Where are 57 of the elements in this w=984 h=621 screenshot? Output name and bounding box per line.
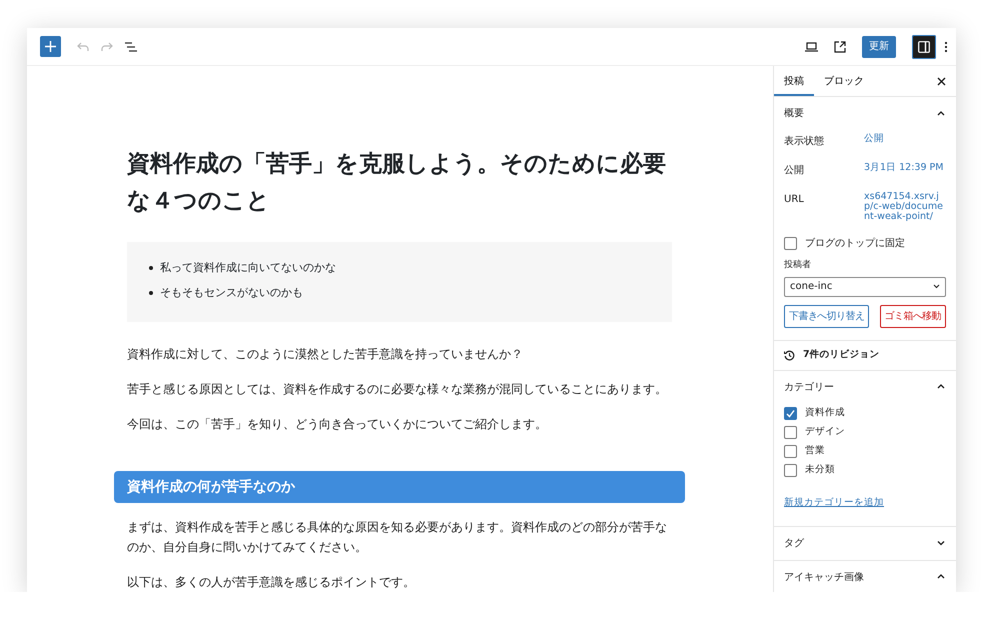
list-icon — [125, 42, 137, 52]
post-title[interactable]: 資料作成の「苦手」を克服しよう。そのために必要な４つのこと — [127, 146, 672, 220]
close-icon — [937, 76, 946, 86]
revisions-link[interactable]: 7件のリビジョン — [803, 348, 880, 362]
paragraph: 資料作成に対して、このように漠然とした苦手意識を持っていませんか？ — [127, 346, 524, 363]
checkbox-label: デザイン — [805, 424, 845, 439]
redo-icon — [101, 42, 113, 52]
settings-toggle-button[interactable] — [912, 34, 936, 58]
checkbox-label: 未分類 — [805, 462, 835, 477]
field-value-link[interactable]: 公開 — [864, 134, 884, 149]
checkbox-label: 資料作成 — [805, 406, 845, 420]
more-icon — [944, 40, 948, 52]
checkbox[interactable] — [784, 464, 797, 476]
list-item: そもそもセンスがないのかも — [160, 284, 303, 301]
list-item: 私って資料作成に向いてないのかな — [160, 260, 336, 276]
field-label: 表示状態 — [784, 134, 825, 149]
list-view-button[interactable] — [125, 42, 137, 52]
field-value-link[interactable]: 3月1日 12:39 PM — [864, 163, 944, 178]
caret-icon — [933, 284, 940, 289]
more-options-button[interactable] — [944, 40, 948, 52]
paragraph: 今回は、この「苦手」を知り、どう向き合っていくかについてご紹介します。 — [127, 416, 548, 433]
sidebar-tab[interactable]: ブロック — [814, 66, 874, 96]
field-label: 投稿者 — [784, 259, 812, 272]
checkbox[interactable] — [784, 237, 797, 250]
checkbox[interactable] — [784, 444, 797, 458]
panel-title: タグ — [784, 536, 804, 551]
update-button[interactable]: 更新 — [862, 36, 896, 58]
checkbox[interactable] — [784, 406, 797, 420]
field-label: 公開 — [784, 164, 805, 178]
add-category-link[interactable]: 新規カテゴリーを追加 — [784, 496, 884, 510]
switch-to-draft-button[interactable]: 下書きへ切り替え — [784, 304, 870, 328]
sidebar-tab[interactable]: 投稿 — [774, 66, 814, 96]
panel-title: アイキャッチ画像 — [784, 570, 864, 585]
section-heading: 資料作成の何が苦手なのか — [114, 470, 685, 504]
trash-button[interactable]: ゴミ箱へ移動 — [880, 304, 946, 328]
author-select[interactable]: cone-inc — [784, 276, 946, 296]
paragraph: まずは、資料作成を苦手と感じる具体的な原因を知る必要があります。資料作成のどの部分が苦手なのか、自分自身に問いかけてみてください。 — [127, 519, 668, 556]
plus-icon — [45, 41, 56, 52]
checkbox[interactable] — [784, 426, 797, 438]
field-label: URL — [784, 193, 805, 207]
add-block-button[interactable] — [40, 36, 61, 57]
view-post-button[interactable] — [834, 40, 846, 52]
checkbox-label: 営業 — [805, 444, 825, 458]
paragraph: 以下は、多くの人が苦手意識を感じるポイントです。 — [127, 574, 416, 592]
sidebar-icon — [918, 40, 930, 52]
undo-icon — [77, 42, 89, 52]
paragraph: 苦手と感じる原因としては、資料を作成するのに必要な様々な業務が混同していることにあります。 — [127, 380, 668, 398]
history-icon — [784, 350, 795, 360]
checkbox-label: ブログのトップに固定 — [805, 236, 905, 251]
panel-title: 概要 — [784, 106, 804, 121]
bullet-icon — [149, 266, 153, 270]
preview-button[interactable] — [805, 42, 818, 52]
external-link-icon — [834, 40, 846, 52]
bullet-icon — [149, 291, 153, 296]
laptop-icon — [805, 42, 818, 52]
panel-title: カテゴリー — [784, 380, 834, 394]
field-value-link[interactable]: xs647154.xsrv.jp/c-web/document-weak-point/ — [864, 192, 946, 222]
